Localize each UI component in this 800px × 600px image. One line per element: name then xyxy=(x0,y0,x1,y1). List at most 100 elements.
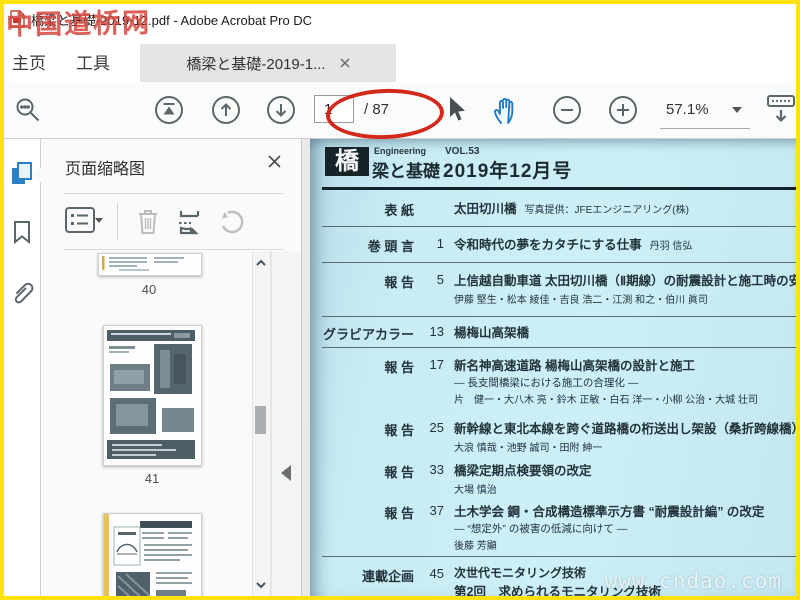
toc-label: 報 告 xyxy=(384,423,414,438)
pages-icon xyxy=(12,162,32,184)
scroll-up-icon[interactable] xyxy=(254,256,268,270)
toc-label: グラビアカラー xyxy=(322,327,414,342)
next-page-button[interactable] xyxy=(266,95,296,125)
zoom-in-button[interactable] xyxy=(608,95,638,125)
logo-engineering-text: Engineering xyxy=(374,146,427,156)
thumbnail-page-41[interactable] xyxy=(103,325,202,466)
bookmark-icon xyxy=(14,221,30,245)
tab-tools[interactable]: 工具 xyxy=(76,49,110,74)
toc-authors: 後藤 芳顯 xyxy=(454,541,497,552)
toc-label: 連載企画 xyxy=(361,569,414,584)
toc-page: 13 xyxy=(429,324,444,339)
bookmarks-panel-button[interactable] xyxy=(10,219,34,245)
toc-entry: 巻 頭 言 1 令和時代の夢をカタチにする仕事 丹羽 信弘 xyxy=(322,227,796,263)
toc-entry: 報 告 37 土木学会 鋼・合成構造標準示方書 “耐震設計編” の改定 ― “想定… xyxy=(322,498,796,557)
toc-authors: 片 健一・大八木 亮・鈴木 正敏・白石 洋一・小柳 公治・大城 壮司 xyxy=(454,395,758,406)
toc-entry: 報 告 5 上信越自動車道 太田切川橋（Ⅱ期線）の耐震設計と施工時の安全対策伊藤… xyxy=(322,263,796,317)
rotate-pages-button[interactable] xyxy=(217,207,247,237)
previous-page-button[interactable] xyxy=(211,95,241,125)
main-content: 页面缩略图 40 41 橋 Engineering 梁と基礎 VOL.53 20… xyxy=(4,139,796,596)
minus-icon xyxy=(553,96,581,124)
hand-icon xyxy=(494,97,514,124)
toolbar-collapse-button[interactable] xyxy=(766,94,796,126)
tab-home[interactable]: 主页 xyxy=(12,49,46,74)
thumbnails-panel-button[interactable] xyxy=(10,161,35,187)
journal-issue: 2019年12月号 xyxy=(443,161,573,182)
thumbnail-page-40[interactable] xyxy=(98,253,202,276)
masthead-rule xyxy=(322,187,796,190)
scrollbar-thumb[interactable] xyxy=(255,406,266,434)
panel-divider xyxy=(63,249,283,250)
crop-icon xyxy=(179,211,200,235)
toc-title: 橋梁定期点検要領の改定 xyxy=(454,464,592,478)
toc-title: 上信越自動車道 太田切川橋（Ⅱ期線）の耐震設計と施工時の安全対策 xyxy=(454,274,796,288)
panel-toolbar-divider xyxy=(117,203,118,239)
thumbnail-options-button[interactable] xyxy=(65,207,105,235)
toc-page: 33 xyxy=(429,462,444,477)
trash-icon xyxy=(139,210,157,234)
toc-page: 17 xyxy=(429,357,444,372)
document-area: 橋 Engineering 梁と基礎 VOL.53 2019年12月号 表 紙 … xyxy=(302,139,796,596)
first-page-button[interactable] xyxy=(154,95,184,125)
paperclip-icon xyxy=(14,282,34,304)
toc-note: 丹羽 信弘 xyxy=(649,241,693,252)
toc-title: 楊梅山高架橋 xyxy=(454,326,530,340)
scroll-down-icon[interactable] xyxy=(254,578,268,592)
toc-page xyxy=(414,198,444,200)
toc-page: 25 xyxy=(429,420,444,435)
attachments-panel-button[interactable] xyxy=(10,279,35,306)
toolbar-arrow-icon xyxy=(767,95,795,123)
panel-scrollbar[interactable] xyxy=(252,251,271,596)
panel-toolbar xyxy=(41,201,301,245)
document-tab-label: 橋梁と基礎-2019-1... xyxy=(186,55,326,73)
panel-close-button[interactable] xyxy=(268,155,281,168)
select-tool-button[interactable] xyxy=(446,95,468,123)
toc-title: 新幹線と東北本線を跨ぐ道路橋の桁送出し架設（桑折跨線橋） xyxy=(454,422,796,436)
crop-pages-button[interactable] xyxy=(175,207,205,237)
journal-masthead: 橋 Engineering 梁と基礎 VOL.53 2019年12月号 xyxy=(322,145,796,185)
toc-page: 45 xyxy=(429,566,444,581)
page-number-label: 40 xyxy=(141,282,157,297)
page-number-label: 41 xyxy=(144,471,160,486)
search-icon[interactable] xyxy=(14,96,42,124)
journal-logo: 橋 xyxy=(325,147,369,176)
thumbnail-page-42[interactable] xyxy=(103,513,202,596)
toc-authors: 大浪 慎哉・池野 誠司・田附 紳一 xyxy=(454,443,603,454)
zoom-underline xyxy=(660,128,750,129)
zoom-out-button[interactable] xyxy=(552,95,582,125)
rotate-ccw-icon xyxy=(221,210,244,234)
panel-collapse-icon[interactable] xyxy=(281,465,291,481)
toc-page: 1 xyxy=(436,236,444,251)
hand-tool-button[interactable] xyxy=(491,94,521,126)
toc-title: 新名神高速道路 楊梅山高架橋の設計と施工 xyxy=(454,359,695,373)
document-tab[interactable]: 橋梁と基礎-2019-1... xyxy=(140,44,396,82)
pdf-page: 橋 Engineering 梁と基礎 VOL.53 2019年12月号 表 紙 … xyxy=(310,139,796,596)
tab-close-icon[interactable] xyxy=(340,58,350,68)
panel-gutter xyxy=(271,251,301,596)
delete-pages-button[interactable] xyxy=(135,207,161,237)
zoom-level-value[interactable]: 57.1% xyxy=(666,101,720,118)
chevron-down-icon[interactable] xyxy=(732,107,742,113)
close-icon xyxy=(268,155,281,168)
logo-suffix-text: 梁と基礎 xyxy=(372,162,440,181)
toc-subtitle: ― 長支間橋梁における施工の合理化 ― xyxy=(454,377,639,389)
toc-authors: 伊藤 堅生・松本 綾佳・吉良 浩二・江渕 和之・伯川 眞司 xyxy=(454,295,708,306)
toc-title: 太田切川橋 xyxy=(454,202,517,216)
watermark-url: www.cndao.com xyxy=(604,569,782,593)
toc-entry: 報 告 25 新幹線と東北本線を跨ぐ道路橋の桁送出し架設（桑折跨線橋） 大浪 慎哉… xyxy=(322,414,796,457)
toc-title: 令和時代の夢をカタチにする仕事 xyxy=(454,238,642,252)
watermark-cn-logo: 中国道桥网 xyxy=(5,7,152,41)
toc-entry: 報 告 17 新名神高速道路 楊梅山高架橋の設計と施工 ― 長支間橋梁における施工… xyxy=(322,348,796,414)
toc-label: 報 告 xyxy=(384,360,414,375)
toc-label: 表 紙 xyxy=(384,203,414,218)
acrobat-window: 橋梁と基礎-2019-12.pdf - Adobe Acrobat Pro DC… xyxy=(0,0,800,600)
panel-pointer-notch xyxy=(33,167,41,183)
toc-subtitle: ― “想定外” の被害の低減に向けて ― xyxy=(454,523,628,535)
toc-entry: グラビアカラー 13 楊梅山高架橋 xyxy=(322,317,796,348)
plus-icon xyxy=(609,96,637,124)
toc-entry: 報 告 33 橋梁定期点検要領の改定 大場 慎治 xyxy=(322,457,796,498)
sidebar-rail xyxy=(4,139,41,596)
arrow-cursor-icon xyxy=(450,97,465,121)
toc-label: 報 告 xyxy=(384,275,414,290)
thumbnails-list: 40 41 xyxy=(41,251,301,596)
